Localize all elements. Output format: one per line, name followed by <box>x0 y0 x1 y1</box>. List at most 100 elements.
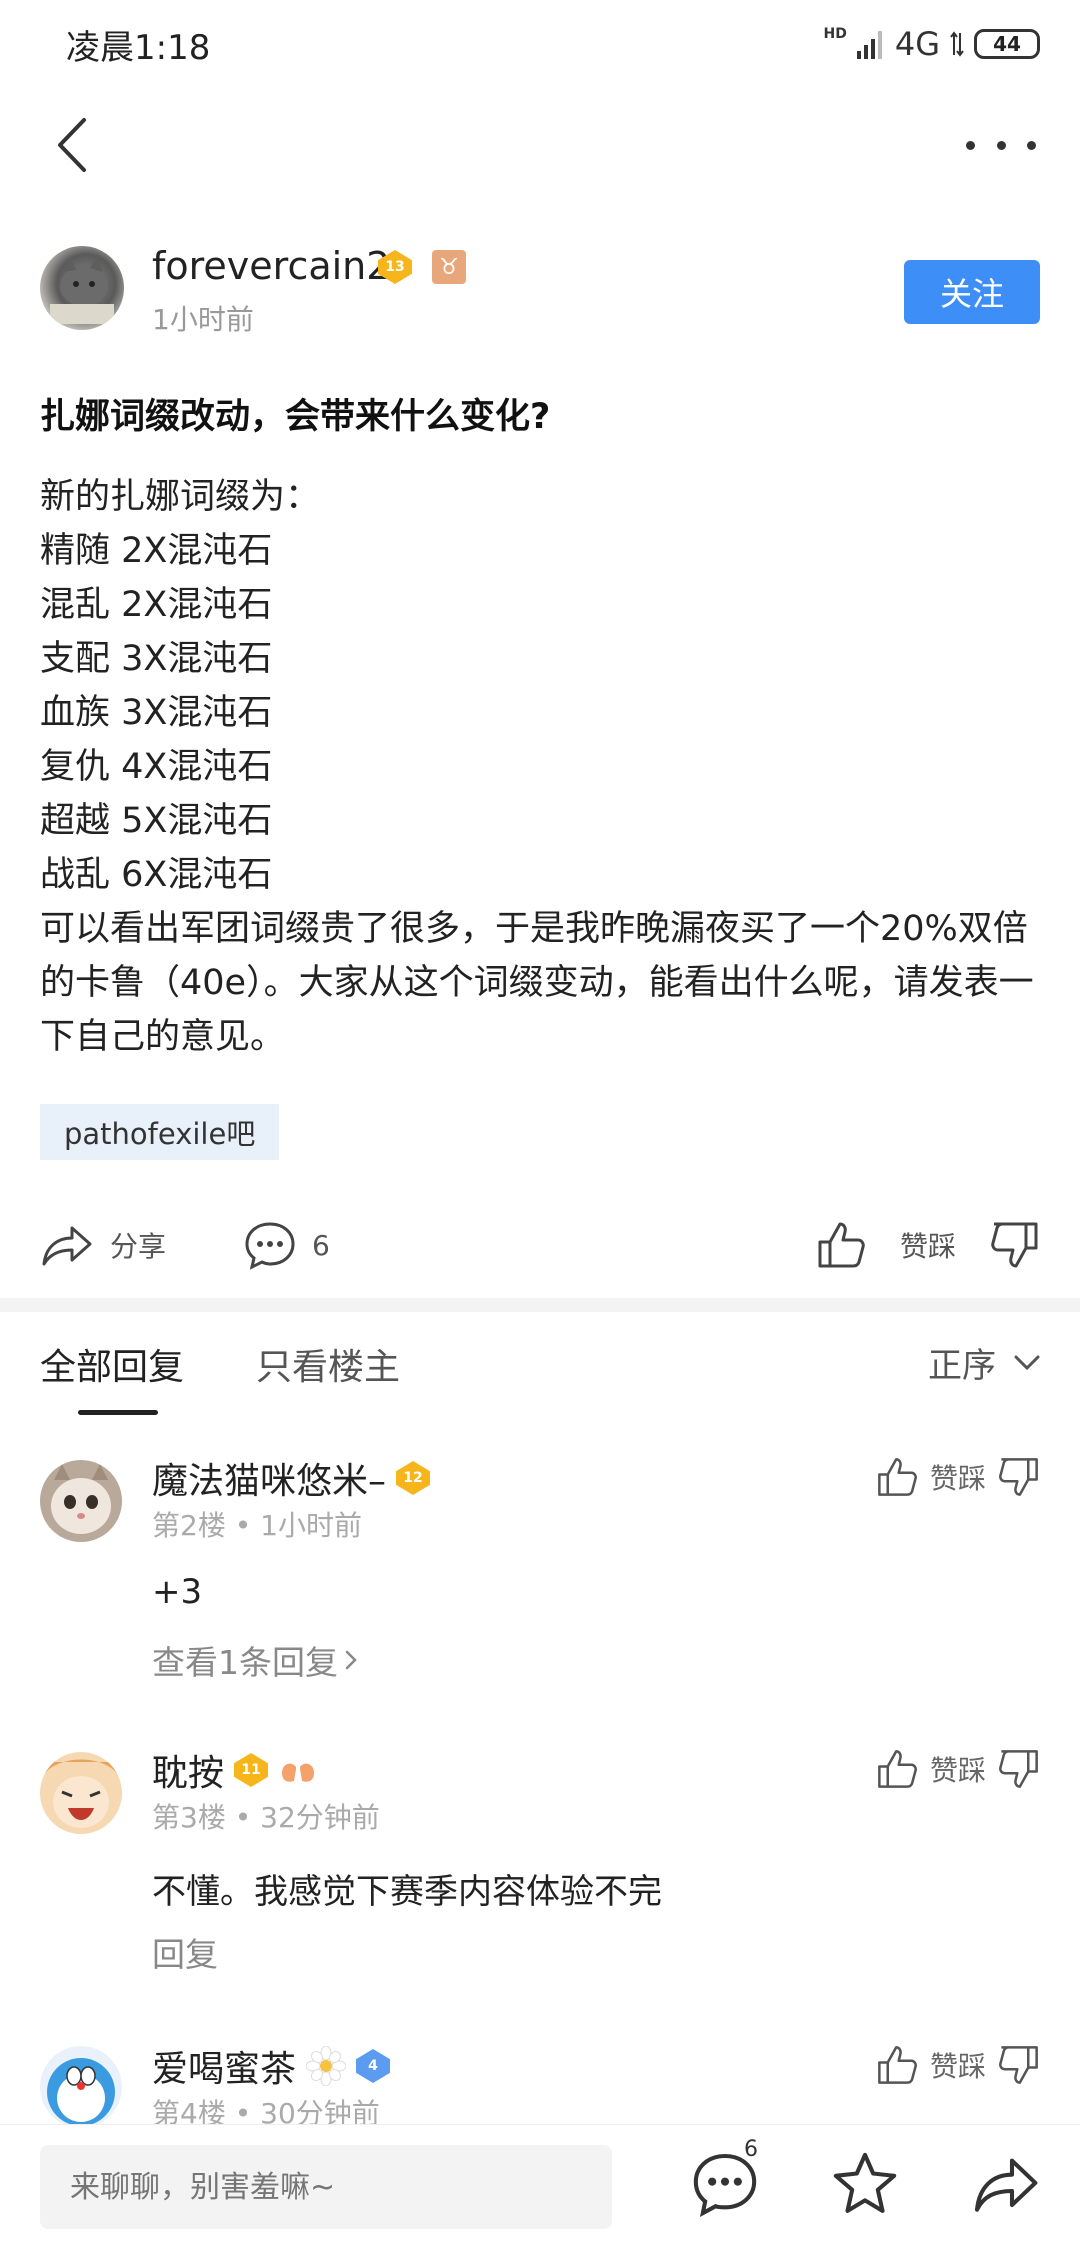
vote-buttons: 赞踩 <box>816 1220 1040 1270</box>
comment-meta: 第4楼 • 30分钟前 <box>152 2092 380 2124</box>
follow-button[interactable]: 关注 <box>904 260 1040 324</box>
reply-label: 回复 <box>152 1935 218 1974</box>
commenter-name[interactable]: 耽按 11 <box>152 1744 318 1796</box>
comment-item: 魔法猫咪悠米– 12 第2楼 • 1小时前 +3 查看1条回复 赞踩 <box>40 1458 1040 1682</box>
reply-input[interactable] <box>40 2145 612 2229</box>
more-dot <box>996 140 1006 150</box>
comment-item: 爱喝蜜茶 4 第4楼 • 30分钟前 赞踩 <box>40 2044 1040 2124</box>
comment-text: +3 <box>152 1572 203 1612</box>
commenter-name-text: 魔法猫咪悠米– <box>152 1461 387 1502</box>
level-badge-icon: 4 <box>356 2049 391 2083</box>
meta-separator-icon: • <box>234 1509 261 1542</box>
cat-avatar-icon <box>50 254 114 324</box>
level-badge-icon: 12 <box>396 1461 431 1495</box>
cat-face-avatar-icon <box>40 1460 122 1542</box>
more-dot <box>966 140 975 150</box>
thumbs-down-icon[interactable] <box>990 1220 1040 1270</box>
vote-label: 赞踩 <box>929 1462 986 1495</box>
comment-vote: 赞踩 <box>876 1456 1040 1498</box>
comment-time: 30分钟前 <box>260 2097 380 2124</box>
thumbs-up-icon[interactable] <box>816 1220 866 1270</box>
commenter-name[interactable]: 魔法猫咪悠米– 12 <box>152 1452 431 1504</box>
post-body: 新的扎娜词缀为： 精随 2X混沌石 混乱 2X混沌石 支配 3X混沌石 血族 3… <box>40 470 1040 1064</box>
more-options-button[interactable] <box>966 120 1036 170</box>
commenter-avatar[interactable] <box>40 1460 122 1542</box>
commenter-avatar[interactable] <box>40 1752 122 1834</box>
sort-dropdown[interactable]: 正序 <box>928 1338 1040 1387</box>
share-icon[interactable] <box>970 2149 1040 2219</box>
comment-time: 32分钟前 <box>260 1801 380 1834</box>
battery-indicator: 44 <box>974 29 1040 59</box>
post-line: 精随 2X混沌石 <box>40 531 273 571</box>
thumbs-up-icon[interactable] <box>876 1456 918 1498</box>
vote-label: 赞踩 <box>929 1754 986 1787</box>
forum-tag[interactable]: pathofexile吧 <box>40 1104 280 1160</box>
vote-label: 赞踩 <box>929 2050 986 2083</box>
hd-indicator: HD <box>823 26 847 42</box>
floor-number: 第4楼 <box>152 2097 226 2124</box>
commenter-name-text: 耽按 <box>152 1753 225 1794</box>
comment-vote: 赞踩 <box>876 1748 1040 1790</box>
thumbs-down-icon[interactable] <box>998 1456 1040 1498</box>
thumbs-down-icon[interactable] <box>998 1748 1040 1790</box>
post-line: 支配 3X混沌石 <box>40 639 273 679</box>
reply-link[interactable]: 回复 <box>152 1928 218 1976</box>
lungs-icon <box>282 1759 315 1782</box>
battery-level: 44 <box>993 32 1021 56</box>
top-bar <box>0 100 1080 190</box>
thumbs-down-icon[interactable] <box>998 2044 1040 2086</box>
level-badge-icon: 13 <box>378 250 412 284</box>
comment-item: 耽按 11 第3楼 • 32分钟前 不懂。我感觉下赛季内容体验不完 回复 赞踩 <box>40 1750 1040 1974</box>
post-title: 扎娜词缀改动，会带来什么变化? <box>40 397 551 437</box>
back-icon[interactable] <box>44 112 104 178</box>
floor-number: 第2楼 <box>152 1509 226 1542</box>
share-button[interactable]: 分享 <box>40 1220 166 1270</box>
author-name[interactable]: forevercain2 <box>152 244 390 288</box>
post-author: forevercain2 13 ♉ 1小时前 关注 <box>40 244 1040 344</box>
commenter-name-text: 爱喝蜜茶 <box>152 2049 297 2090</box>
status-time: 凌晨1:18 <box>66 28 211 68</box>
tab-all-replies[interactable]: 全部回复 <box>40 1338 184 1390</box>
share-label: 分享 <box>110 1230 167 1263</box>
post-line: 混乱 2X混沌石 <box>40 585 273 625</box>
comment-badge-count: 6 <box>744 2137 758 2162</box>
comment-time: 1小时前 <box>260 1509 362 1542</box>
post-time: 1小时前 <box>152 303 254 336</box>
post-line: 超越 5X混沌石 <box>40 801 273 841</box>
commenter-name[interactable]: 爱喝蜜茶 4 <box>152 2044 391 2092</box>
comment-vote: 赞踩 <box>876 2044 1040 2086</box>
level-badge-icon: 11 <box>234 1753 269 1787</box>
meta-separator-icon: • <box>234 1801 261 1834</box>
active-tab-indicator <box>78 1410 158 1415</box>
commenter-avatar[interactable] <box>40 2046 122 2124</box>
anime-avatar-icon <box>40 1752 122 1834</box>
status-bar: 凌晨1:18 HD 4G 44 <box>0 0 1080 90</box>
comment-count: 6 <box>312 1228 330 1262</box>
thumbs-up-icon[interactable] <box>876 1748 918 1790</box>
taurus-icon: ♉ <box>432 250 466 284</box>
author-avatar[interactable] <box>40 246 124 330</box>
post-actions: 分享 6 赞踩 <box>0 1210 1080 1280</box>
bottom-bar: 6 <box>0 2124 1080 2244</box>
view-replies-link[interactable]: 查看1条回复 <box>152 1636 358 1684</box>
post-paragraph: 可以看出军团词缀贵了很多，于是我昨晚漏夜买了一个20%双倍的卡鲁（40e）。大家… <box>40 909 1034 1057</box>
sort-label: 正序 <box>928 1346 996 1386</box>
comment-icon <box>245 1222 295 1270</box>
vote-label: 赞踩 <box>899 1230 956 1263</box>
daisy-icon <box>306 2046 347 2086</box>
reply-tabs: 全部回复 只看楼主 正序 <box>0 1330 1080 1420</box>
comment-meta: 第3楼 • 32分钟前 <box>152 1796 380 1836</box>
comment-meta: 第2楼 • 1小时前 <box>152 1504 362 1544</box>
thumbs-up-icon[interactable] <box>876 2044 918 2086</box>
star-icon[interactable] <box>830 2149 900 2219</box>
status-indicators: HD 4G 44 <box>823 22 1040 66</box>
comment-text: 不懂。我感觉下赛季内容体验不完 <box>152 1872 662 1912</box>
more-dot <box>1027 140 1036 150</box>
tab-op-only[interactable]: 只看楼主 <box>256 1338 400 1390</box>
data-arrows-icon <box>950 31 964 57</box>
author-badges: 13 ♉ <box>378 250 466 284</box>
share-icon <box>42 1226 92 1266</box>
post-line: 血族 3X混沌石 <box>40 693 273 733</box>
doraemon-avatar-icon <box>40 2046 122 2124</box>
comment-count-button[interactable]: 6 <box>244 1220 330 1270</box>
